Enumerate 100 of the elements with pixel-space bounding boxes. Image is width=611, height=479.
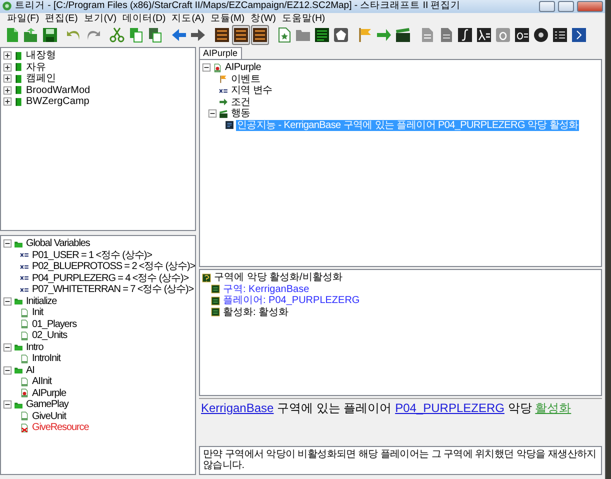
tree-item[interactable]: Intro: [25, 342, 44, 353]
document-icon: [438, 27, 454, 43]
menu-item[interactable]: 보기(V): [80, 13, 120, 24]
toolbar-button[interactable]: [394, 25, 412, 45]
toolbar-button[interactable]: [313, 25, 331, 45]
list-icon: [233, 27, 249, 43]
flag-icon: [219, 74, 228, 84]
tree-item[interactable]: 자유: [25, 62, 47, 73]
book-icon: [14, 74, 23, 84]
open-folder-icon: [23, 27, 39, 43]
disc-icon: [533, 27, 549, 43]
expand-toggle[interactable]: [3, 400, 12, 410]
toolbar-button[interactable]: [513, 25, 531, 45]
parameter-icon: [211, 307, 220, 318]
toolbar-button[interactable]: [475, 25, 493, 45]
tree-item[interactable]: AI: [25, 364, 36, 376]
expand-toggle[interactable]: [3, 74, 12, 84]
parameter-icon: [211, 296, 220, 306]
toolbar-button[interactable]: [251, 25, 269, 45]
tree-item[interactable]: P04_PURPLEZERG = 4 <정수 (상수)>: [31, 272, 190, 284]
tree-item[interactable]: IntroInit: [31, 353, 62, 364]
menu-item[interactable]: 창(W): [248, 13, 279, 24]
tree-item[interactable]: GiveResource: [31, 422, 90, 434]
function-icon: [457, 27, 473, 43]
flag-icon: [357, 27, 373, 43]
list-icon: [214, 27, 230, 43]
tree-item[interactable]: AIPurple: [224, 62, 262, 74]
link[interactable]: KerriganBase: [201, 401, 274, 416]
parameter-icon: [211, 284, 220, 294]
new-file-icon: [4, 27, 20, 43]
document-icon: [419, 27, 435, 43]
lambda-icon: [476, 27, 492, 43]
menu-item[interactable]: 도움말(H): [278, 13, 328, 24]
toolbar-button[interactable]: [551, 25, 569, 45]
description-sentence: KerriganBase 구역에 있는 플레이어 P04_PURPLEZERG 악당 활성화: [201, 402, 572, 416]
expand-toggle[interactable]: [3, 296, 12, 306]
toolbar-button[interactable]: [532, 25, 550, 45]
comment-field[interactable]: 만약 구역에서 악당이 비활성화되면 해당 플레이어는 그 구역에 위치했던 악당을 재생산하지 않습니다.: [199, 446, 602, 475]
expand-toggle[interactable]: [3, 366, 12, 375]
link[interactable]: P04_PURPLEZERG: [395, 401, 504, 416]
tree-item[interactable]: GiveUnit: [31, 410, 67, 422]
tree-item[interactable]: 플레이어: P04_PURPLEZERG: [222, 295, 361, 306]
menu-item[interactable]: 편집(E): [42, 13, 81, 24]
tree-item[interactable]: 지역 변수: [230, 85, 274, 96]
tree-item[interactable]: Initialize: [25, 296, 58, 307]
menu-item[interactable]: 데이터(D): [119, 13, 169, 24]
toolbar-button[interactable]: [232, 25, 250, 45]
menu-item[interactable]: 파일(F): [4, 13, 42, 24]
expand-toggle[interactable]: [3, 86, 12, 95]
expand-toggle[interactable]: [208, 109, 217, 118]
tree-item[interactable]: P01_USER = 1 <정수 (상수)>: [31, 250, 153, 261]
tree-item[interactable]: 구역: KerriganBase: [222, 284, 310, 295]
pentagon-icon: [333, 27, 349, 43]
tree-item[interactable]: 01_Players: [31, 318, 78, 330]
toolbar-button[interactable]: [41, 25, 59, 45]
tree-item[interactable]: 02_Units: [31, 330, 68, 342]
tree-item[interactable]: P02_BLUEPROTOSS = 2 <정수 (상수)>: [31, 261, 195, 272]
tree-item[interactable]: 행동: [230, 108, 252, 120]
expand-toggle[interactable]: [3, 51, 12, 60]
copy-icon: [128, 27, 144, 43]
toolbar-button[interactable]: [146, 25, 164, 45]
tree-item[interactable]: AIInit: [31, 376, 52, 388]
expand-toggle[interactable]: [3, 342, 12, 352]
expand-toggle[interactable]: [202, 63, 211, 72]
menu-item[interactable]: 모듈(M): [207, 13, 248, 24]
tree-item[interactable]: 내장형: [25, 50, 57, 62]
clapperboard-icon: [395, 27, 411, 43]
toolbar-button[interactable]: [456, 25, 474, 45]
tree-item[interactable]: Init: [31, 307, 44, 318]
editor-tab[interactable]: AIPurple: [199, 47, 242, 59]
maximize-button[interactable]: [558, 1, 574, 12]
tree-item[interactable]: GamePlay: [25, 399, 70, 410]
toolbar-button[interactable]: [332, 25, 350, 45]
tree-item[interactable]: AIPurple: [31, 388, 67, 399]
toolbar-button[interactable]: [213, 25, 231, 45]
book-icon: [14, 85, 23, 96]
tree-item[interactable]: 캠페인: [25, 73, 57, 84]
tree-item[interactable]: 이벤트: [230, 74, 262, 85]
tree-item[interactable]: BroodWarMod: [25, 84, 92, 96]
arrow-icon: [376, 27, 392, 43]
expand-toggle[interactable]: [3, 239, 12, 248]
toolbar-button[interactable]: [570, 25, 588, 45]
forward-arrow-icon: [190, 27, 206, 43]
tree-item[interactable]: 조건: [230, 96, 252, 108]
save-icon: [42, 27, 58, 43]
tree-item[interactable]: P07_WHITETERRAN = 7 <정수 (상수)>: [31, 284, 195, 296]
expand-toggle[interactable]: [3, 97, 12, 106]
script-icon: [495, 27, 511, 43]
tree-item[interactable]: Global Variables: [25, 238, 91, 250]
action-icon: [225, 120, 234, 130]
minimize-button[interactable]: [539, 1, 555, 12]
chevron-icon: [571, 27, 587, 43]
menu-item[interactable]: 지도(A): [168, 13, 208, 24]
help-icon: [202, 272, 211, 283]
folder-icon: [14, 296, 23, 306]
expand-toggle[interactable]: [3, 62, 12, 72]
tree-item[interactable]: 구역에 악당 활성화/비활성화: [213, 272, 344, 284]
tree-item[interactable]: 활성화: 활성화: [222, 306, 290, 318]
tree-item[interactable]: BWZergCamp: [25, 96, 90, 108]
folder-icon: [14, 342, 23, 352]
